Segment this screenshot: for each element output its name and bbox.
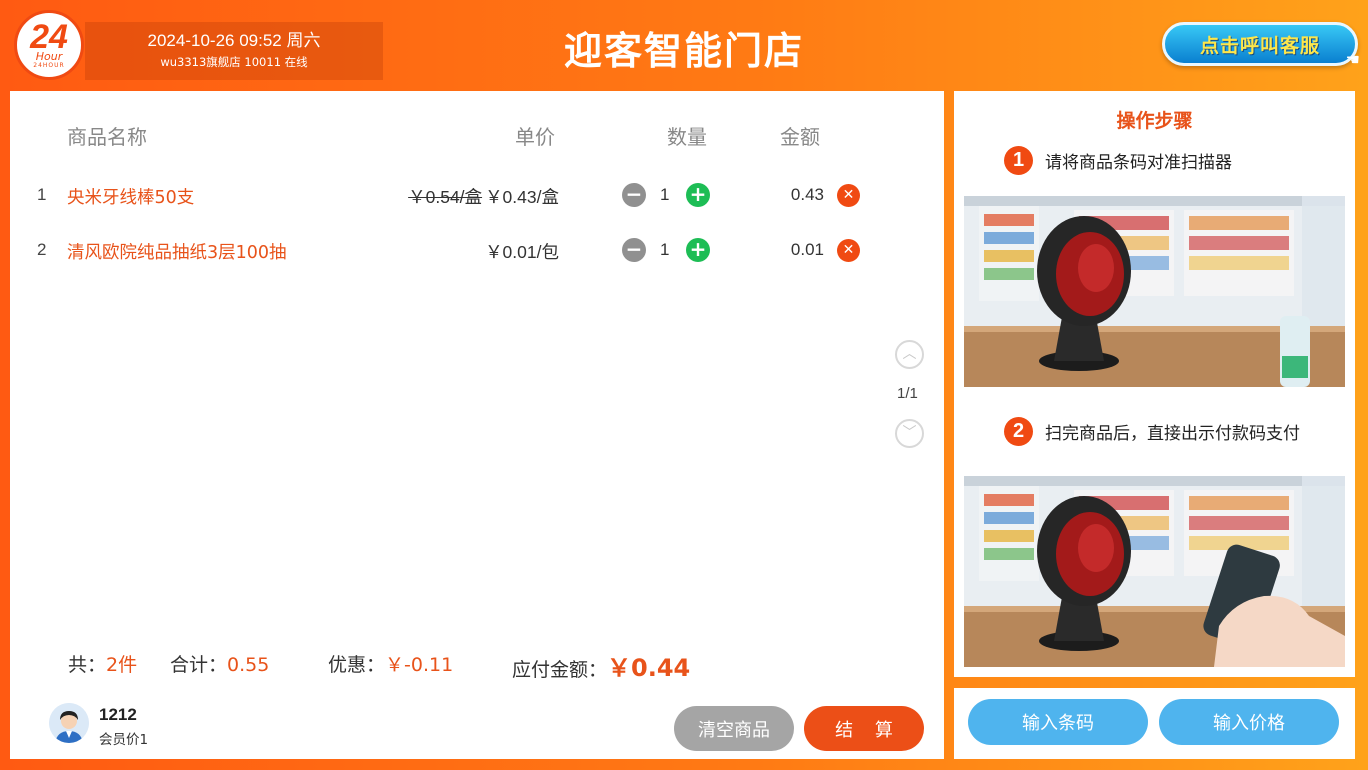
member-avatar xyxy=(49,703,89,743)
checkout-button[interactable]: 结 算 xyxy=(804,706,924,751)
page-down-button[interactable]: ﹀ xyxy=(895,419,924,448)
chevron-up-icon: ︿ xyxy=(902,346,917,362)
subtotal-value: 0.55 xyxy=(227,654,270,676)
step-2: 2 扫完商品后，直接出示付款码支付 xyxy=(1004,417,1300,446)
datetime-text: 2024-10-26 09:52 周六 xyxy=(147,31,321,50)
amount-due: 应付金额：￥0.44 xyxy=(512,648,690,683)
subtotal: 合计：0.55 xyxy=(170,650,269,677)
item-count-value: 2件 xyxy=(106,654,138,676)
cart-row: 1 央米牙线棒50支 ￥0.54/盒 ￥0.43/盒 − 1 + 0.43 ✕ xyxy=(10,176,944,216)
increase-qty-button[interactable]: + xyxy=(686,183,710,207)
steps-title: 操作步骤 xyxy=(1116,110,1193,132)
amount-due-label: 应付金额： xyxy=(512,659,608,681)
step-2-text: 扫完商品后，直接出示付款码支付 xyxy=(1045,424,1300,444)
product-name: 清风欧院纯品抽纸3层100抽 xyxy=(67,243,287,263)
step-2-number: 2 xyxy=(1004,417,1033,446)
logo-number: 24 xyxy=(30,18,68,56)
discounted-price: ￥0.43/盒 xyxy=(485,187,559,207)
decrease-qty-button[interactable]: − xyxy=(622,183,646,207)
column-header-name: 商品名称 xyxy=(67,125,147,149)
line-amount: 0.01 xyxy=(790,240,824,259)
enter-barcode-button[interactable]: 输入条码 xyxy=(968,699,1148,745)
column-header-amount: 金额 xyxy=(780,125,820,149)
pointer-hand-icon: ☚ xyxy=(1345,50,1361,69)
step-1-text: 请将商品条码对准扫描器 xyxy=(1045,153,1232,173)
column-header-price: 单价 xyxy=(515,125,555,149)
item-count: 共：2件 xyxy=(68,650,137,677)
remove-item-button[interactable]: ✕ xyxy=(837,239,860,262)
logo-text: Hour xyxy=(35,50,63,63)
unit-price: ￥0.01/包 xyxy=(485,242,559,262)
quantity-value: 1 xyxy=(660,185,670,204)
discount-value: ￥-0.11 xyxy=(385,654,454,676)
discount: 优惠：￥-0.11 xyxy=(328,650,453,677)
product-name: 央米牙线棒50支 xyxy=(67,188,195,208)
row-index: 1 xyxy=(37,185,47,204)
store-info-box: 2024-10-26 09:52 周六 wu3313旗舰店 10011 在线 xyxy=(85,22,383,80)
row-index: 2 xyxy=(37,240,47,259)
line-amount: 0.43 xyxy=(790,185,824,204)
item-count-label: 共： xyxy=(68,654,107,676)
unit-price: ￥0.54/盒 ￥0.43/盒 xyxy=(408,184,559,209)
member-price-level: 会员价1 xyxy=(99,732,149,748)
decrease-qty-button[interactable]: − xyxy=(622,238,646,262)
call-service-label: 点击呼叫客服 xyxy=(1199,34,1320,57)
scanner-illustration-1 xyxy=(964,196,1345,387)
step-1-number: 1 xyxy=(1004,146,1033,175)
discount-label: 优惠： xyxy=(328,654,386,676)
quantity-value: 1 xyxy=(660,240,670,259)
store-status-text: wu3313旗舰店 10011 在线 xyxy=(160,55,308,69)
subtotal-label: 合计： xyxy=(170,654,228,676)
steps-panel: 操作步骤 1 请将商品条码对准扫描器 2 扫完商品后，直接出示付款码支付 xyxy=(954,91,1355,677)
amount-due-value: ￥0.44 xyxy=(607,654,691,682)
call-service-button[interactable]: 点击呼叫客服 ☚ xyxy=(1162,22,1361,69)
remove-item-button[interactable]: ✕ xyxy=(837,184,860,207)
cart-row: 2 清风欧院纯品抽纸3层100抽 ￥0.01/包 − 1 + 0.01 ✕ xyxy=(10,231,944,271)
increase-qty-button[interactable]: + xyxy=(686,238,710,262)
page-indicator: 1/1 xyxy=(897,385,918,402)
page-up-button[interactable]: ︿ xyxy=(895,340,924,369)
scanner-illustration-2 xyxy=(964,476,1345,667)
enter-price-button[interactable]: 输入价格 xyxy=(1159,699,1339,745)
chevron-down-icon: ﹀ xyxy=(902,425,917,441)
step-1: 1 请将商品条码对准扫描器 xyxy=(1004,146,1232,175)
user-icon xyxy=(49,703,89,743)
store-logo: 24 Hour 24HOUR xyxy=(14,10,84,80)
column-header-qty: 数量 xyxy=(667,125,707,149)
original-price: ￥0.54/盒 xyxy=(408,187,483,207)
member-id: 1212 xyxy=(99,705,137,724)
logo-subtext: 24HOUR xyxy=(33,62,65,69)
manual-input-panel: 输入条码 输入价格 xyxy=(954,688,1355,759)
cart-panel: 商品名称 单价 数量 金额 1 央米牙线棒50支 ￥0.54/盒 ￥0.43/盒 … xyxy=(10,91,944,759)
clear-items-button[interactable]: 清空商品 xyxy=(674,706,794,751)
